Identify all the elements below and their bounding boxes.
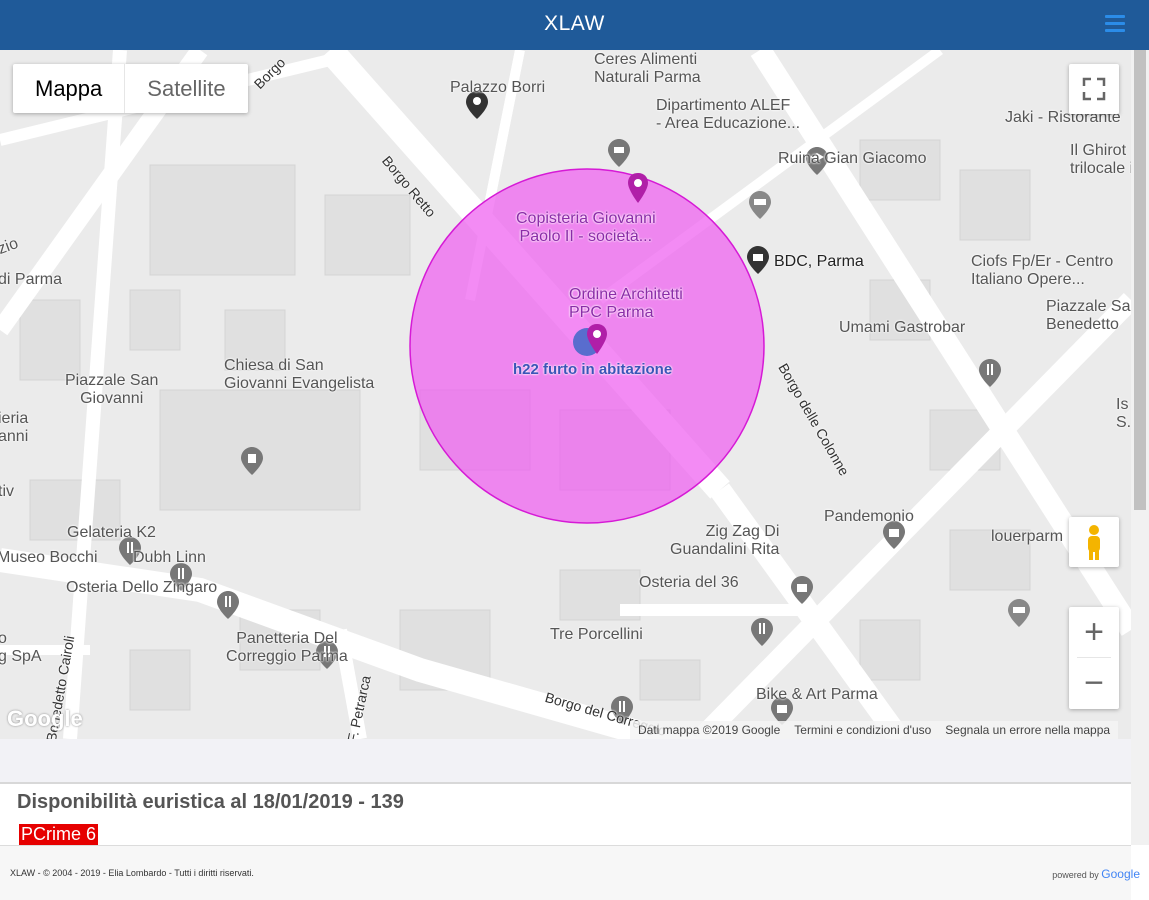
place-label[interactable]: Is S. [1116,396,1131,432]
google-brand: Google [1101,867,1140,881]
street-view-pegman-button[interactable] [1069,517,1119,567]
place-label[interactable]: BDC, Parma [774,253,864,271]
restaurant-icon [751,618,773,646]
fullscreen-icon [1082,77,1106,101]
place-label[interactable]: Pandemonio [824,508,914,526]
zoom-in-button[interactable]: + [1069,607,1119,657]
place-label[interactable]: Chiesa di San Giovanni Evangelista [224,357,374,393]
shopping-bag-icon [791,576,813,604]
place-label[interactable]: o g SpA [0,630,42,666]
place-label[interactable]: Panetteria Del Correggio Parma [226,630,348,666]
place-label[interactable]: Ceres Alimenti Naturali Parma [594,51,701,87]
place-label[interactable]: louerparm [991,528,1063,546]
copyright-text: XLAW - © 2004 - 2019 - Elia Lombardo - T… [10,868,254,878]
zoom-control: + − [1069,607,1119,709]
place-label[interactable]: Gelateria K2 [67,524,156,542]
place-label[interactable]: Bike & Art Parma [756,686,878,704]
place-label[interactable]: Osteria Dello Zingaro [66,579,217,597]
hotel-icon [1008,599,1030,627]
map-type-map-button[interactable]: Mappa [13,64,124,113]
incident-label[interactable]: h22 furto in abitazione [513,361,672,379]
page-footer: XLAW - © 2004 - 2019 - Elia Lombardo - T… [0,845,1140,900]
map-type-control: Mappa Satellite [13,64,248,113]
place-pin-icon [628,173,648,203]
powered-by-google: powered by Google [1052,867,1140,881]
app-title: XLAW [544,12,605,35]
place-label[interactable]: Palazzo Borri [450,79,545,97]
pegman-icon [1088,525,1100,560]
place-label[interactable]: Dubh Linn [133,549,206,567]
place-label[interactable]: Ordine Architetti PPC Parma [569,286,683,322]
pcrime-badge: PCrime 6 [19,824,99,845]
scrollbar-thumb[interactable] [1134,50,1146,510]
place-label[interactable]: Dipartimento ALEF - Area Educazione... [656,97,800,133]
church-icon [241,447,263,475]
fullscreen-button[interactable] [1069,64,1119,114]
museum-icon [747,246,769,274]
place-label[interactable]: Osteria del 36 [639,574,739,592]
restaurant-icon [979,359,1001,387]
place-label[interactable]: ieria anni [0,410,28,446]
place-label[interactable]: Umami Gastrobar [839,319,965,337]
hamburger-menu-icon[interactable] [1105,15,1125,33]
availability-text: Disponibilità euristica al 18/01/2019 - … [17,791,404,813]
hotel-icon [749,191,771,219]
place-label[interactable]: Piazzale San Giovanni [65,372,158,408]
map-type-satellite-button[interactable]: Satellite [124,64,247,113]
app-header: XLAW [0,0,1149,50]
place-label[interactable]: tiv [0,483,14,501]
powered-by-text: powered by [1052,870,1099,880]
shopping-cart-icon [608,139,630,167]
place-label[interactable]: Ciofs Fp/Er - Centro Italiano Opere... [971,253,1113,289]
place-label[interactable]: Museo Bocchi [0,549,98,567]
place-label[interactable]: Piazzale Sa Benedetto [1046,298,1131,334]
google-logo: Google [7,706,83,731]
zoom-out-button[interactable]: − [1069,658,1119,708]
place-pin-icon [587,324,607,354]
restaurant-icon [217,591,239,619]
place-label[interactable]: Ruina Gian Giacomo [778,150,927,168]
map-bottom-spacer [0,739,1131,784]
place-label[interactable]: Tre Porcellini [550,626,643,644]
place-label[interactable]: Copisteria Giovanni Paolo II - società..… [516,210,656,246]
place-label[interactable]: di Parma [0,271,62,289]
place-label[interactable]: Zig Zag Di Guandalini Rita [670,523,779,559]
page-scrollbar[interactable] [1131,50,1149,845]
